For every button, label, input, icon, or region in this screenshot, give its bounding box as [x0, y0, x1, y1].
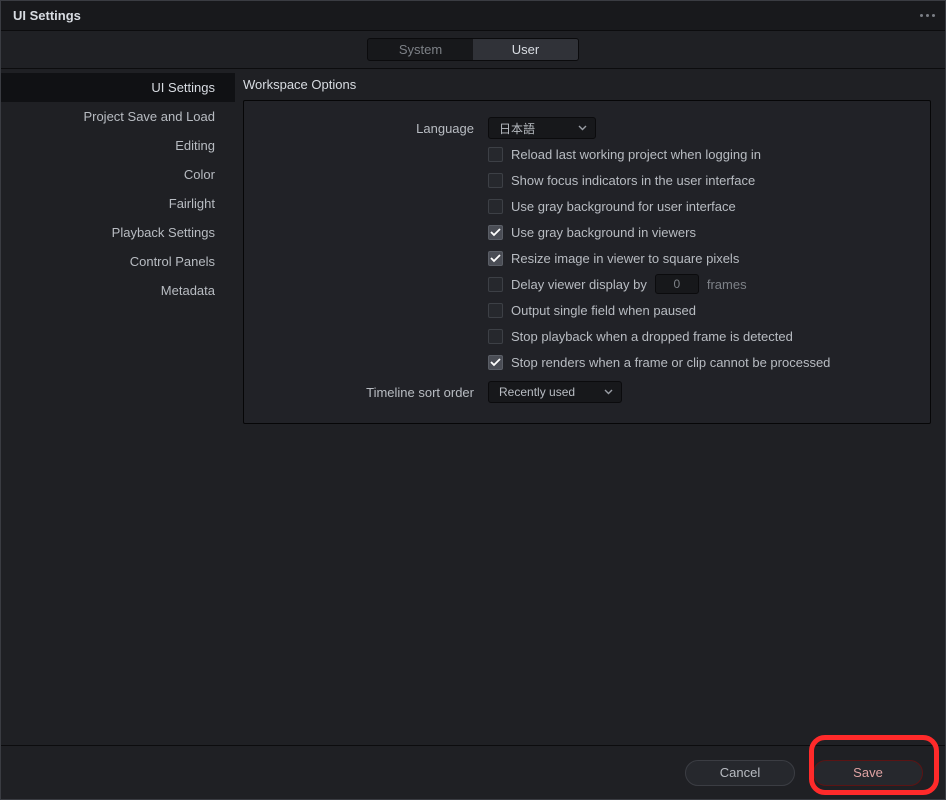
tab-system[interactable]: System: [368, 39, 473, 60]
checkbox-label-single-field: Output single field when paused: [511, 303, 696, 318]
sidebar-item-fairlight[interactable]: Fairlight: [1, 189, 235, 218]
delay-frames-input[interactable]: 0: [655, 274, 699, 294]
delay-label: Delay viewer display by: [511, 277, 647, 292]
save-button[interactable]: Save: [813, 760, 923, 786]
checkbox-gray-ui[interactable]: [488, 199, 503, 214]
checkbox-stop-dropped[interactable]: [488, 329, 503, 344]
workspace-options-panel: Language 日本語 Reload last working project…: [243, 100, 931, 424]
checkbox-label-reload-last: Reload last working project when logging…: [511, 147, 761, 162]
language-label: Language: [268, 121, 488, 136]
sidebar-item-control-panels[interactable]: Control Panels: [1, 247, 235, 276]
checkbox-label-square-pixels: Resize image in viewer to square pixels: [511, 251, 739, 266]
chevron-down-icon: [578, 125, 587, 131]
sidebar-item-playback-settings[interactable]: Playback Settings: [1, 218, 235, 247]
sidebar: UI SettingsProject Save and LoadEditingC…: [1, 69, 235, 745]
main-area: UI SettingsProject Save and LoadEditingC…: [1, 69, 945, 745]
checkbox-stop-renders[interactable]: [488, 355, 503, 370]
checkbox-single-field[interactable]: [488, 303, 503, 318]
window-title: UI Settings: [13, 8, 81, 23]
timeline-sort-value: Recently used: [499, 385, 575, 399]
footer: Cancel Save: [1, 745, 945, 799]
section-title: Workspace Options: [243, 77, 931, 92]
tab-user[interactable]: User: [473, 39, 578, 60]
timeline-sort-select[interactable]: Recently used: [488, 381, 622, 403]
sidebar-item-color[interactable]: Color: [1, 160, 235, 189]
sidebar-item-metadata[interactable]: Metadata: [1, 276, 235, 305]
checkbox-label-stop-dropped: Stop playback when a dropped frame is de…: [511, 329, 793, 344]
checkbox-gray-viewers[interactable]: [488, 225, 503, 240]
checkbox-label-stop-renders: Stop renders when a frame or clip cannot…: [511, 355, 830, 370]
checkbox-delay-viewer[interactable]: [488, 277, 503, 292]
cancel-button[interactable]: Cancel: [685, 760, 795, 786]
titlebar: UI Settings: [1, 1, 945, 31]
checkbox-square-pixels[interactable]: [488, 251, 503, 266]
sidebar-item-editing[interactable]: Editing: [1, 131, 235, 160]
language-select[interactable]: 日本語: [488, 117, 596, 139]
sidebar-item-project-save-load[interactable]: Project Save and Load: [1, 102, 235, 131]
checkbox-label-gray-ui: Use gray background for user interface: [511, 199, 736, 214]
tab-segment: System User: [367, 38, 579, 61]
sidebar-item-ui-settings[interactable]: UI Settings: [1, 73, 235, 102]
top-tabs: System User: [1, 31, 945, 69]
content: Workspace Options Language 日本語 Reload la…: [235, 69, 945, 745]
sort-label: Timeline sort order: [268, 385, 488, 400]
checkbox-label-gray-viewers: Use gray background in viewers: [511, 225, 696, 240]
language-select-value: 日本語: [499, 120, 535, 137]
checkbox-reload-last[interactable]: [488, 147, 503, 162]
chevron-down-icon: [604, 389, 613, 395]
more-icon[interactable]: [920, 14, 935, 17]
checkbox-focus-indicators[interactable]: [488, 173, 503, 188]
delay-suffix: frames: [707, 277, 747, 292]
checkbox-label-focus-indicators: Show focus indicators in the user interf…: [511, 173, 755, 188]
